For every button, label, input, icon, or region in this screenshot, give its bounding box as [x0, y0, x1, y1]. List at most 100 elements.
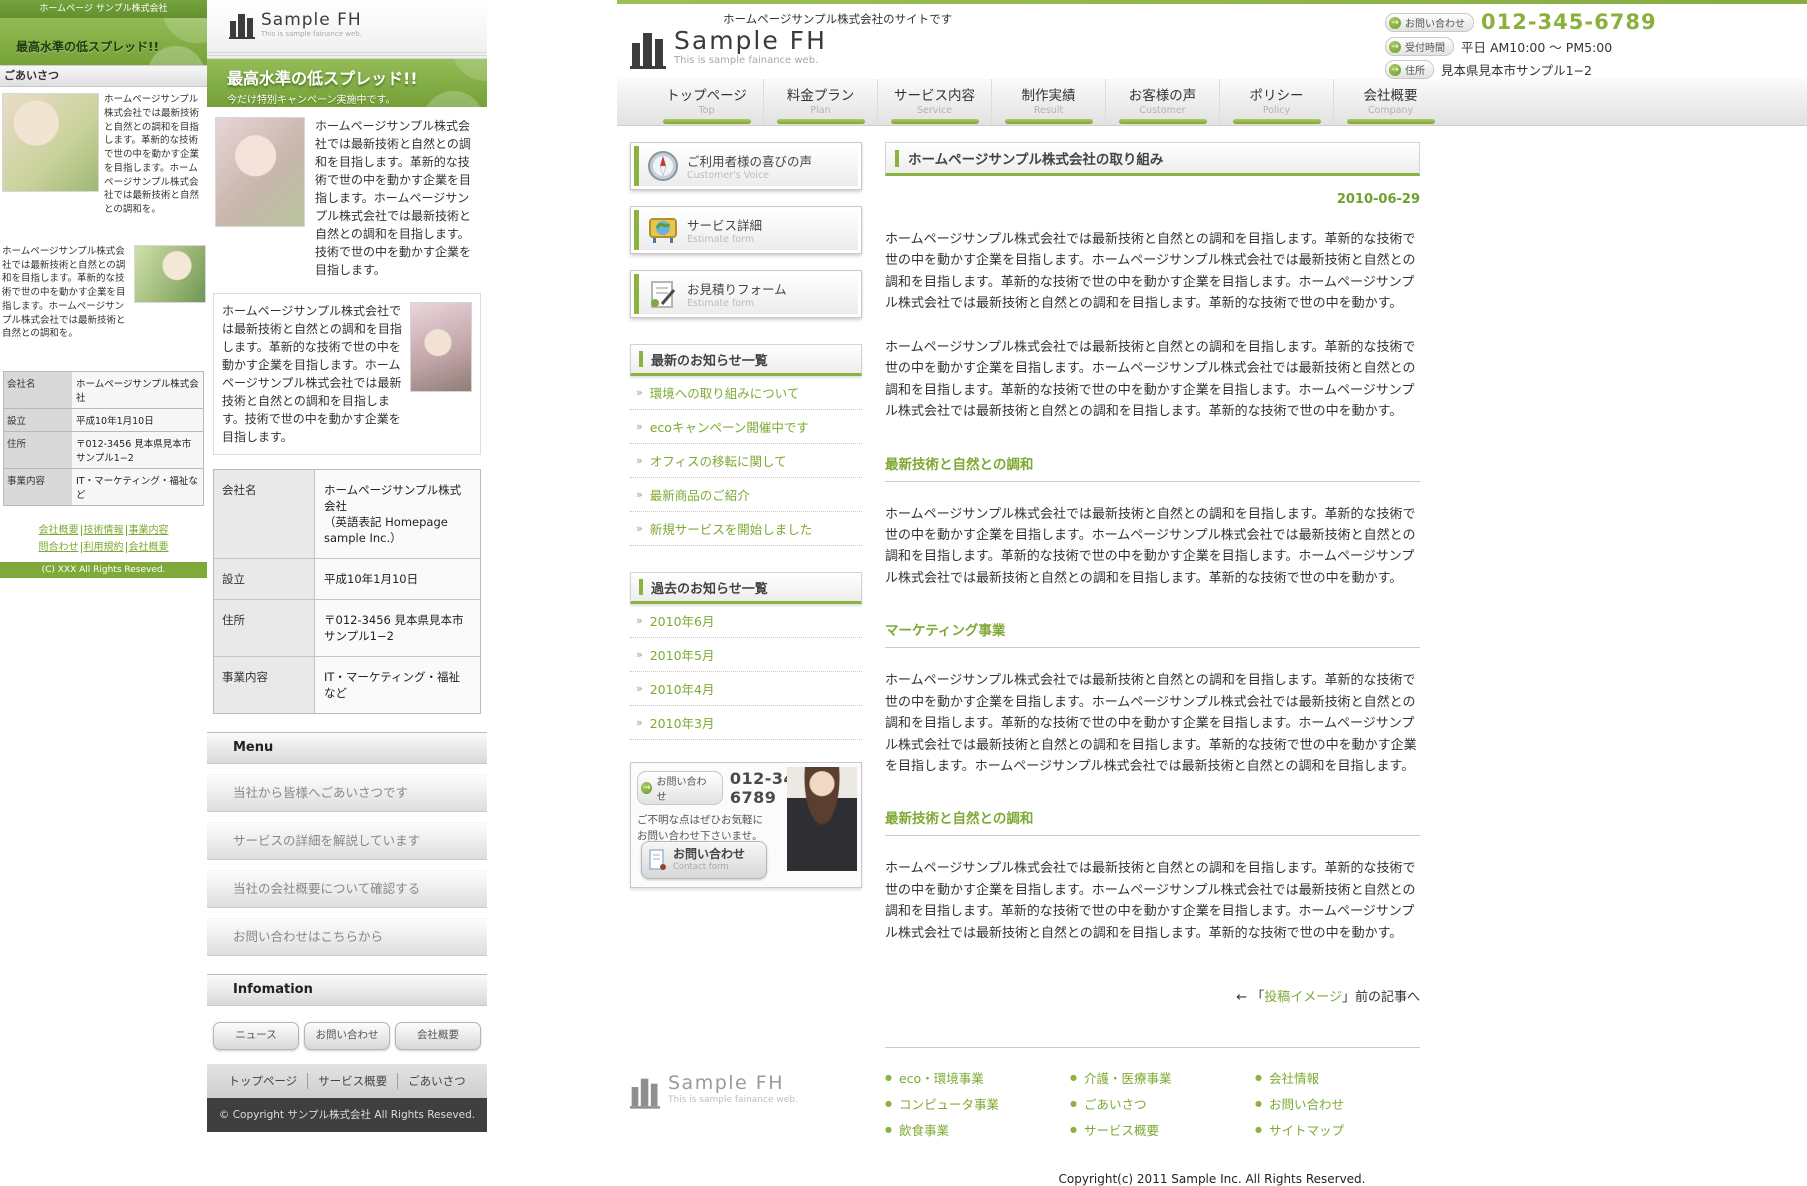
tablet-banner-title: 最高水準の低スプレッド!!	[227, 65, 487, 89]
site-description: ホームページサンプル株式会社のサイトです	[723, 11, 952, 27]
footer-link[interactable]: ●サービス概要	[1070, 1120, 1255, 1139]
footer-link[interactable]: ●お問い合わせ	[1255, 1094, 1440, 1113]
arrow-circle-icon: →	[1389, 17, 1401, 29]
footer-link[interactable]: 技術情報	[81, 525, 126, 536]
footer-link[interactable]: 会社概要	[37, 525, 81, 536]
footer-link[interactable]: 利用規約	[81, 542, 126, 553]
nav-sublabel: Plan	[764, 105, 877, 116]
footer-link[interactable]: ●飲食事業	[885, 1120, 1070, 1139]
contact-row-address: →住所 見本県見本市サンプル1−2	[1385, 60, 1575, 79]
badge-label: お問い合わせ	[1405, 15, 1465, 30]
table-header-cell: 設立	[214, 559, 315, 599]
footer-nav-service[interactable]: サービス概要	[307, 1073, 397, 1089]
nav-item-result[interactable]: 制作実績 Result	[991, 79, 1105, 125]
mobile-footer-links-row2: 問合わせ利用規約会社概要	[0, 539, 207, 556]
news-link[interactable]: »新規サービスを開始しました	[630, 512, 862, 546]
hours-badge[interactable]: →受付時間	[1385, 37, 1454, 56]
footer-link[interactable]: ●介護・医療事業	[1070, 1068, 1255, 1087]
sidebar-button-voice[interactable]: ご利用者様の喜びの声 Customer's Voice	[630, 142, 862, 190]
nav-sublabel: Service	[878, 105, 991, 116]
desktop-logo[interactable]: Sample FH This is sample fainance web.	[630, 28, 827, 70]
mobile-intro-text-2: ホームページサンプル株式会社では最新技術と自然との調和を目指します。革新的な技術…	[2, 245, 130, 341]
footer-link[interactable]: 会社概要	[126, 542, 171, 553]
mobile-copyright: (C) XXX All Rights Reseved.	[0, 562, 207, 578]
tablet-intro-block-2: ホームページサンプル株式会社では最新技術と自然との調和を目指します。革新的な技術…	[213, 293, 481, 455]
nav-underline	[663, 119, 751, 124]
desktop-footer: Sample FH This is sample fainance web. ●…	[617, 1068, 1807, 1146]
nav-underline	[1347, 119, 1435, 124]
previous-article-link[interactable]: ← 「投稿イメージ」前の記事へ	[885, 986, 1420, 1005]
sidebar-button-sublabel: Estimate form	[687, 298, 787, 309]
menu-item-greeting[interactable]: 当社から皆様へごあいさつです	[207, 774, 487, 812]
logo-name: Sample FH	[668, 1074, 798, 1093]
logo-tagline: This is sample fainance web.	[668, 1095, 798, 1105]
news-button[interactable]: ニュース	[213, 1022, 299, 1050]
mobile-greeting-heading: ごあいさつ	[0, 65, 207, 87]
address-text: 見本県見本市サンプル1−2	[1441, 60, 1592, 79]
nav-item-plan[interactable]: 料金プラン Plan	[763, 79, 877, 125]
contact-button-sublabel: Contact form	[673, 862, 745, 872]
footer-link-text: お問い合わせ	[1269, 1094, 1344, 1113]
article-title: ホームページサンプル株式会社の取り組み	[908, 148, 1163, 168]
tablet-hero-banner: 最高水準の低スプレッド!! 今だけ特別キャンペーン実施中です。	[207, 59, 487, 107]
sidebar-button-estimate[interactable]: お見積りフォーム Estimate form	[630, 270, 862, 318]
previous-article-suffix: 」前の記事へ	[1342, 990, 1420, 1005]
footer-nav-greeting[interactable]: ごあいさつ	[397, 1073, 476, 1089]
company-button[interactable]: 会社概要	[395, 1022, 481, 1050]
nav-underline	[1233, 119, 1321, 124]
news-link[interactable]: »ecoキャンペーン開催中です	[630, 410, 862, 444]
news-link[interactable]: »オフィスの移転に関して	[630, 444, 862, 478]
logo-name: Sample FH	[261, 10, 362, 30]
footer-link[interactable]: ●ごあいさつ	[1070, 1094, 1255, 1113]
table-value-cell: 平成10年1月10日	[315, 559, 480, 599]
article-paragraph: ホームページサンプル株式会社では最新技術と自然との調和を目指します。革新的な技術…	[885, 229, 1420, 315]
footer-link[interactable]: ●サイトマップ	[1255, 1120, 1440, 1139]
table-header-cell: 事業内容	[4, 469, 72, 505]
latest-news-box: 最新のお知らせ一覧 »環境への取り組みについて »ecoキャンペーン開催中です …	[630, 344, 862, 546]
archive-link[interactable]: »2010年6月	[630, 604, 862, 638]
archive-link[interactable]: »2010年3月	[630, 706, 862, 740]
nav-label: ポリシー	[1220, 84, 1333, 104]
heading-text: 過去のお知らせ一覧	[651, 578, 768, 597]
header-stripe-divider	[207, 50, 487, 59]
desktop-preview: ホームページサンプル株式会社のサイトです Sample FH This is s…	[617, 0, 1807, 1186]
footer-link[interactable]: ●コンピュータ事業	[885, 1094, 1070, 1113]
menu-item-contact[interactable]: お問い合わせはこちらから	[207, 918, 487, 956]
table-value-cell: IT・マーケティング・福祉など	[315, 657, 480, 713]
latest-news-heading: 最新のお知らせ一覧	[630, 344, 862, 376]
footer-logo[interactable]: Sample FH This is sample fainance web.	[630, 1068, 805, 1146]
nav-item-customer[interactable]: お客様の声 Customer	[1105, 79, 1219, 125]
green-bar	[639, 351, 643, 367]
contact-button[interactable]: お問い合わせ	[304, 1022, 390, 1050]
badge-label: 住所	[1405, 62, 1425, 77]
contact-badge[interactable]: → お問い合わせ	[1385, 13, 1474, 32]
cherry-blossom-photo	[410, 302, 472, 392]
double-angle-icon: »	[636, 614, 643, 627]
footer-link[interactable]: ●会社情報	[1255, 1068, 1440, 1087]
nav-item-service[interactable]: サービス内容 Service	[877, 79, 991, 125]
footer-nav-top[interactable]: トップページ	[218, 1073, 307, 1089]
nav-item-top[interactable]: トップページ Top	[650, 79, 763, 125]
nav-label: 会社概要	[1334, 84, 1447, 104]
nav-item-policy[interactable]: ポリシー Policy	[1219, 79, 1333, 125]
contact-form-button[interactable]: お問い合わせ Contact form	[641, 841, 767, 879]
nav-item-company[interactable]: 会社概要 Company	[1333, 79, 1447, 125]
archive-link[interactable]: »2010年5月	[630, 638, 862, 672]
news-link[interactable]: »最新商品のご紹介	[630, 478, 862, 512]
footer-link[interactable]: 問合わせ	[37, 542, 81, 553]
archive-link[interactable]: »2010年4月	[630, 672, 862, 706]
badge-label: お問い合わせ	[656, 773, 713, 803]
nav-label: サービス内容	[878, 84, 991, 104]
menu-item-company[interactable]: 当社の会社概要について確認する	[207, 870, 487, 908]
mobile-intro-text-1: ホームページサンプル株式会社では最新技術と自然との調和を目指します。革新的な技術…	[104, 93, 205, 217]
tablet-logo[interactable]: Sample FH This is sample fainance web.	[229, 10, 362, 40]
footer-link[interactable]: ●eco・環境事業	[885, 1068, 1070, 1087]
footer-column-about: ●介護・医療事業 ●ごあいさつ ●サービス概要	[1070, 1068, 1255, 1146]
news-link[interactable]: »環境への取り組みについて	[630, 376, 862, 410]
menu-item-service[interactable]: サービスの詳細を解説しています	[207, 822, 487, 860]
address-badge[interactable]: →住所	[1385, 60, 1434, 79]
table-header-cell: 住所	[4, 432, 72, 468]
sidebar-button-service-detail[interactable]: サービス詳細 Estimate form	[630, 206, 862, 254]
mobile-intro-block-1: ホームページサンプル株式会社では最新技術と自然との調和を目指します。革新的な技術…	[0, 91, 207, 219]
footer-link[interactable]: 事業内容	[126, 525, 171, 536]
